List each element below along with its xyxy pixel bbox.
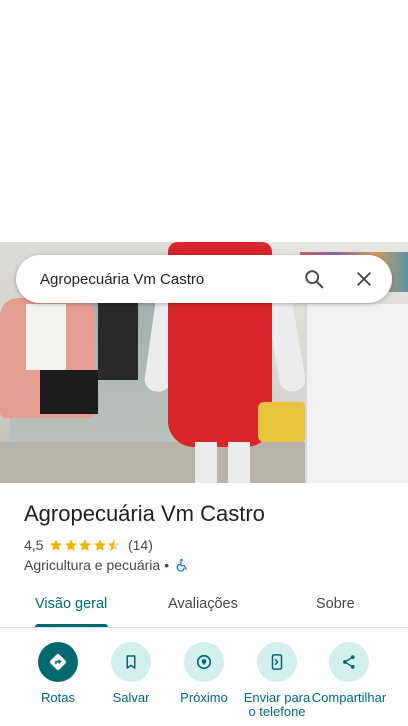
place-category: Agricultura e pecuária xyxy=(24,557,161,573)
photo-counter xyxy=(305,304,408,483)
place-title: Agropecuária Vm Castro xyxy=(24,501,265,526)
directions-icon[interactable] xyxy=(38,642,78,682)
rating-row[interactable]: 4,5 (14) xyxy=(24,536,153,554)
tab-overview[interactable]: Visão geral xyxy=(35,596,107,612)
star-rating xyxy=(49,538,122,552)
search-icon[interactable] xyxy=(302,267,326,291)
wheelchair-icon xyxy=(175,558,190,573)
share-label: Compartilhar xyxy=(311,690,387,705)
close-icon[interactable] xyxy=(352,267,376,291)
mannequin-leg xyxy=(195,442,217,483)
bookmark-icon[interactable] xyxy=(111,642,151,682)
star-icon xyxy=(64,539,78,551)
send-to-phone-button[interactable]: Enviar para o telefone xyxy=(239,642,315,719)
directions-label: Rotas xyxy=(41,690,75,705)
photo-clothing xyxy=(98,300,138,380)
tab-about[interactable]: Sobre xyxy=(316,596,355,612)
place-tabs: Visão geral Avaliações Sobre xyxy=(0,584,408,628)
separator-dot: • xyxy=(164,557,170,573)
send-to-phone-icon[interactable] xyxy=(257,642,297,682)
star-icon xyxy=(50,539,63,551)
photo-yellow-item xyxy=(258,402,306,442)
action-buttons: Rotas Salvar Próximo Enviar para o telef… xyxy=(0,640,408,726)
review-count[interactable]: (14) xyxy=(128,537,153,553)
map-blank-area xyxy=(0,0,408,242)
nearby-label: Próximo xyxy=(180,690,228,705)
nearby-icon[interactable] xyxy=(184,642,224,682)
directions-button[interactable]: Rotas xyxy=(20,642,96,705)
photo-skirt xyxy=(40,370,98,414)
search-input[interactable]: Agropecuária Vm Castro xyxy=(40,271,302,288)
nearby-button[interactable]: Próximo xyxy=(166,642,242,705)
share-icon[interactable] xyxy=(329,642,369,682)
half-star-icon xyxy=(108,539,121,551)
tab-reviews[interactable]: Avaliações xyxy=(168,596,238,612)
search-bar[interactable]: Agropecuária Vm Castro xyxy=(16,255,392,303)
save-button[interactable]: Salvar xyxy=(93,642,169,705)
save-label: Salvar xyxy=(112,690,150,705)
mannequin-leg xyxy=(228,442,250,483)
photo-blouse xyxy=(26,304,66,370)
share-button[interactable]: Compartilhar xyxy=(311,642,387,705)
star-icon xyxy=(93,539,107,551)
rating-value: 4,5 xyxy=(24,537,44,553)
star-icon xyxy=(79,539,92,551)
send-to-phone-label: Enviar para o telefone xyxy=(243,690,311,719)
active-tab-indicator xyxy=(35,624,108,627)
category-row: Agricultura e pecuária • xyxy=(24,556,190,574)
